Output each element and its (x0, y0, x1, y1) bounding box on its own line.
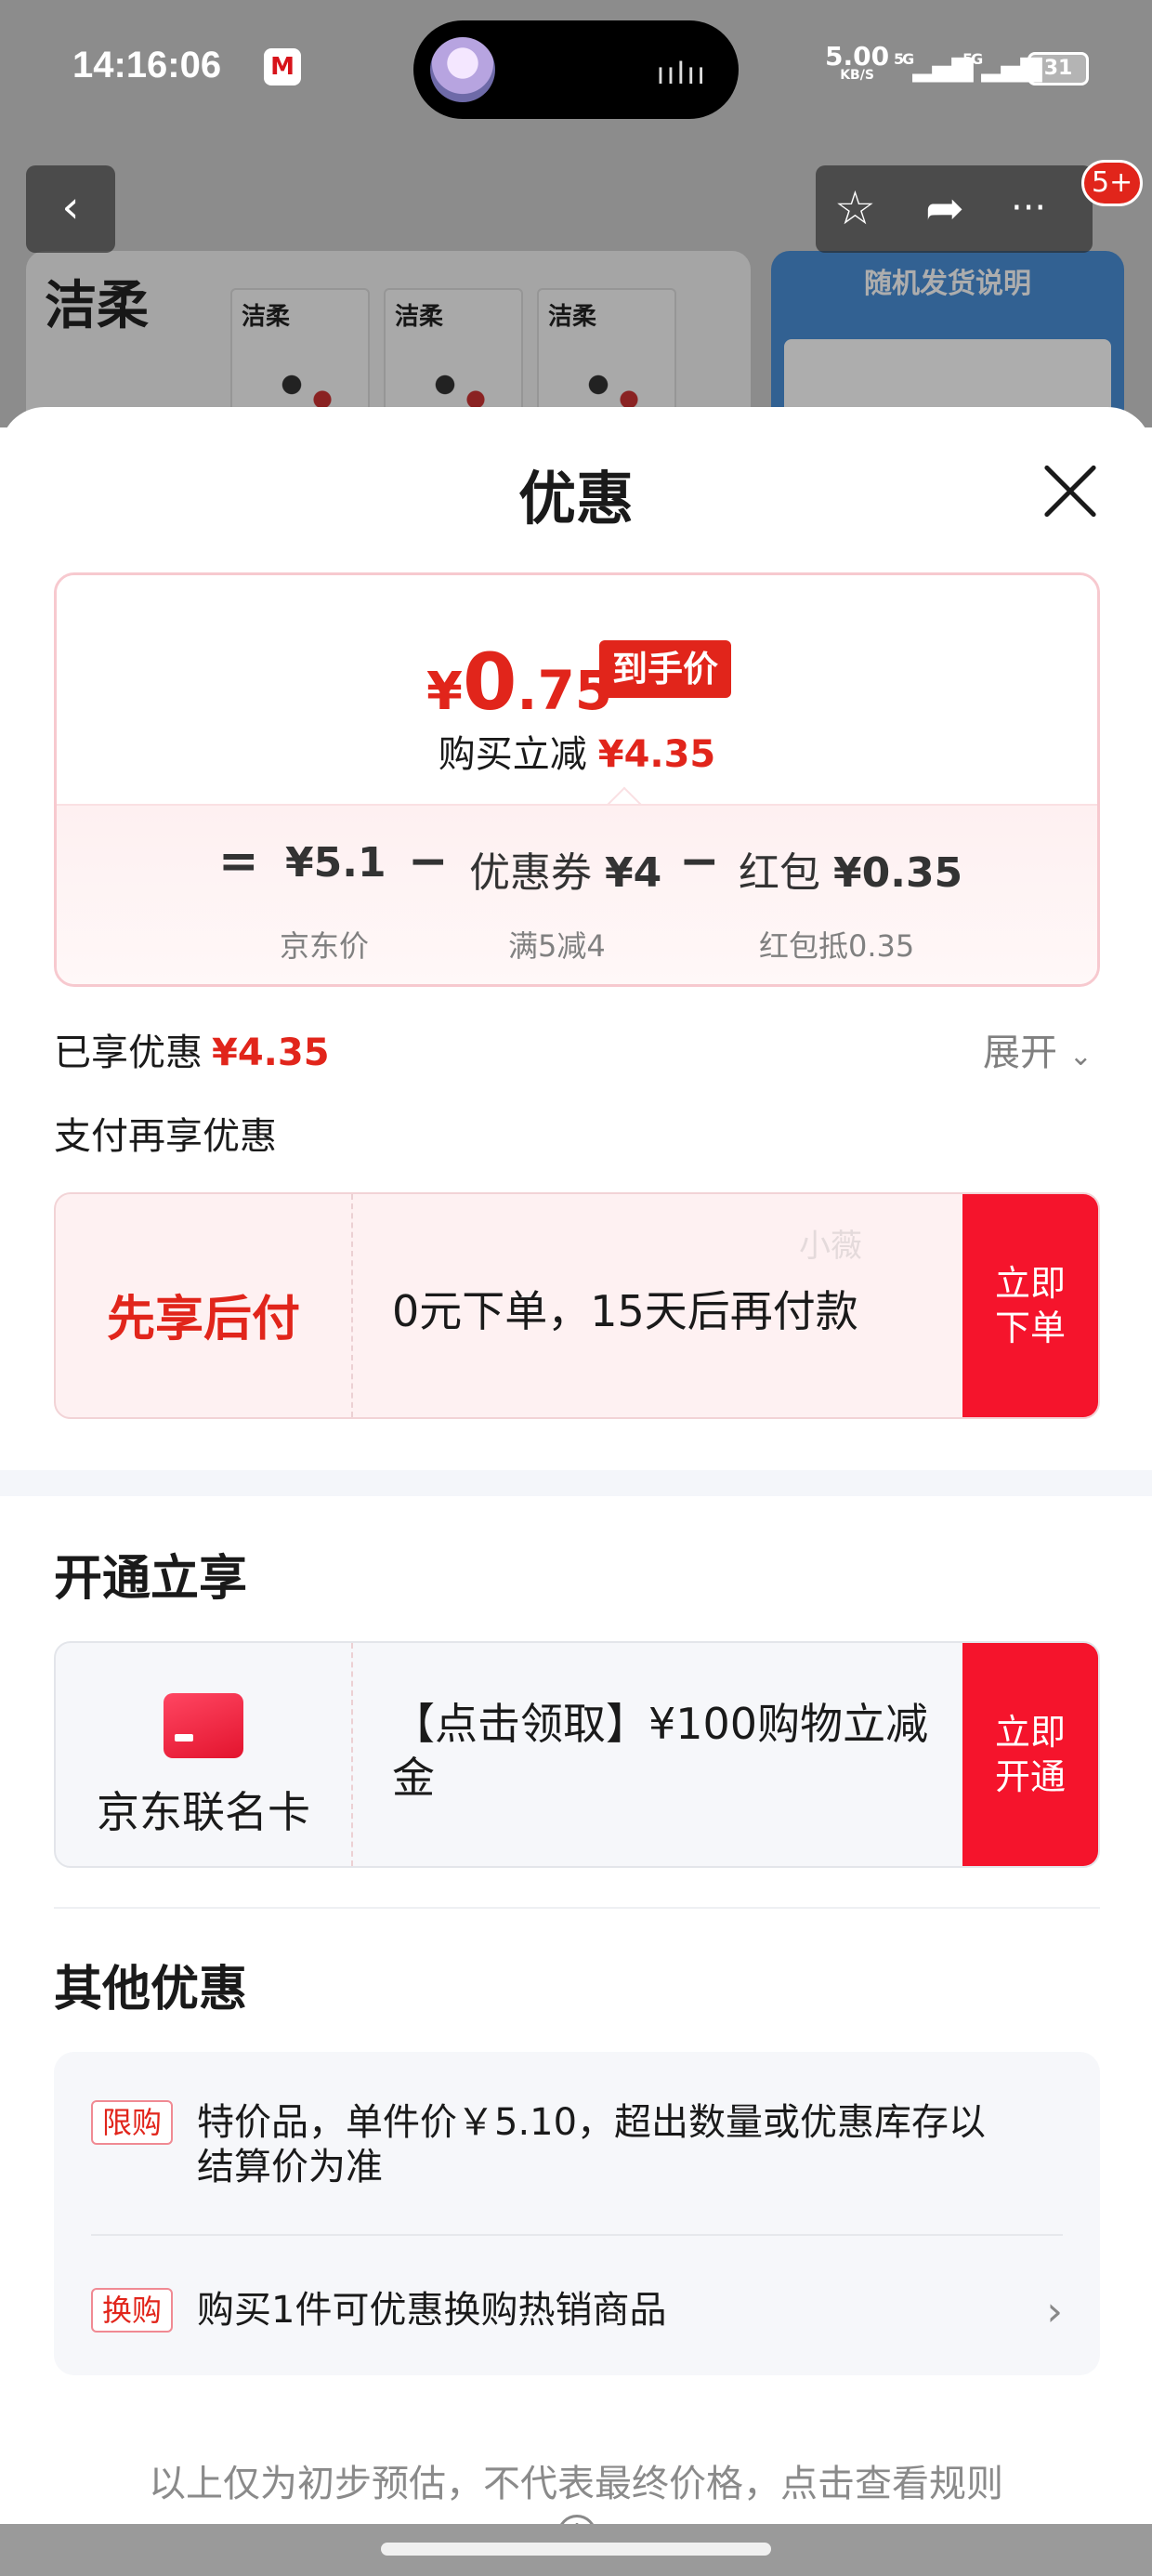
header-actions: ☆ ➦ ··· (816, 165, 1093, 253)
list-item-text: 特价品，单件价￥5.10，超出数量或优惠库存以结算价为准 (197, 2101, 987, 2188)
home-indicator-bar (0, 2524, 1152, 2576)
price-breakdown-card: ¥0.75 到手价 购买立减 ¥4.35 = ¥5.1 − 优惠券 ¥4 − 红包… (54, 572, 1100, 987)
star-icon[interactable]: ☆ (834, 180, 876, 236)
final-price: ¥0.75 (426, 637, 613, 728)
chevron-left-icon: ‹ (61, 181, 80, 233)
battery-icon: 31 (1028, 52, 1089, 85)
bank-app-icon: M (264, 48, 301, 85)
home-indicator[interactable] (381, 2543, 771, 2556)
exchange-tag: 换购 (91, 2288, 174, 2333)
enjoyed-discount: 已享优惠 ¥4.35 (54, 1032, 330, 1074)
close-icon[interactable] (1033, 455, 1107, 530)
other-discounts-list: 限购 特价品，单件价￥5.10，超出数量或优惠库存以结算价为准 换购 购买1件可… (54, 2052, 1100, 2375)
share-icon[interactable]: ➦ (925, 180, 964, 236)
jd-price-label: 京东价 (280, 928, 370, 964)
back-button[interactable]: ‹ (26, 165, 115, 253)
card-promo-desc: 【点击领取】¥100购物立减金 (392, 1699, 929, 1803)
disclaimer-link[interactable]: 以上仅为初步预估，不代表最终价格，点击查看规则 (0, 2453, 1152, 2507)
sheet-title: 优惠 (517, 465, 634, 532)
avatar (430, 37, 495, 102)
list-item[interactable]: 换购 购买1件可优惠换购热销商品 › (91, 2288, 1063, 2335)
minus-sign: − (679, 834, 720, 889)
redpacket-amount: 红包 ¥0.35 (739, 849, 963, 897)
coupon-amount: 优惠券 ¥4 (469, 849, 662, 897)
minus-sign: − (408, 834, 449, 889)
chevron-down-icon: ⌄ (1068, 1040, 1093, 1072)
limit-tag: 限购 (91, 2100, 174, 2145)
equals-sign: = (218, 834, 259, 889)
jd-price: ¥5.1 (285, 839, 386, 887)
status-time: 14:16:06 (72, 45, 222, 85)
open-now-button[interactable]: 立即 开通 (962, 1643, 1098, 1866)
order-now-button[interactable]: 立即 下单 (962, 1194, 1098, 1417)
pay-more-title: 支付再享优惠 (54, 1115, 277, 1158)
dynamic-island[interactable]: ıılıı (413, 20, 739, 119)
watermark-text: 小薇 (799, 1228, 862, 1265)
audio-wave-icon: ıılıı (656, 56, 707, 91)
chevron-right-icon: › (1046, 2288, 1063, 2335)
redpacket-rule: 红包抵0.35 (759, 928, 915, 964)
open-section-title: 开通立享 (54, 1551, 248, 1607)
status-bar: 14:16:06 M ıılıı 5.00 KB/S 5G▂▄▆ 5G▂▄▆ 31 (0, 0, 1152, 139)
signal-icon: 5G▂▄▆ (894, 50, 973, 83)
card-name: 京东联名卡 (97, 1787, 310, 1837)
notification-badge: 5+ (1081, 160, 1144, 206)
bnpl-promo-card[interactable]: 先享后付 小薇 0元下单，15天后再付款 立即 下单 (54, 1192, 1100, 1419)
final-price-tag: 到手价 (599, 640, 732, 698)
instant-discount: 购买立减 ¥4.35 (438, 733, 716, 776)
bnpl-desc: 0元下单，15天后再付款 (392, 1286, 858, 1336)
bnpl-name: 先享后付 (106, 1292, 300, 1347)
credit-card-icon (164, 1693, 243, 1758)
section-divider (0, 1470, 1152, 1496)
divider (54, 1907, 1100, 1909)
other-section-title: 其他优惠 (54, 1962, 248, 2017)
network-speed: 5.00 KB/S (825, 41, 890, 83)
credit-card-promo[interactable]: 京东联名卡 【点击领取】¥100购物立减金 立即 开通 (54, 1641, 1100, 1868)
discount-sheet: 优惠 ¥0.75 到手价 购买立减 ¥4.35 = ¥5.1 − 优惠券 ¥4 −… (0, 407, 1152, 2576)
expand-button[interactable]: 展开 ⌄ (983, 1022, 1093, 1076)
list-item-text: 购买1件可优惠换购热销商品 (197, 2289, 667, 2332)
coupon-rule: 满5减4 (508, 928, 606, 964)
more-icon[interactable]: ··· (1011, 180, 1046, 236)
